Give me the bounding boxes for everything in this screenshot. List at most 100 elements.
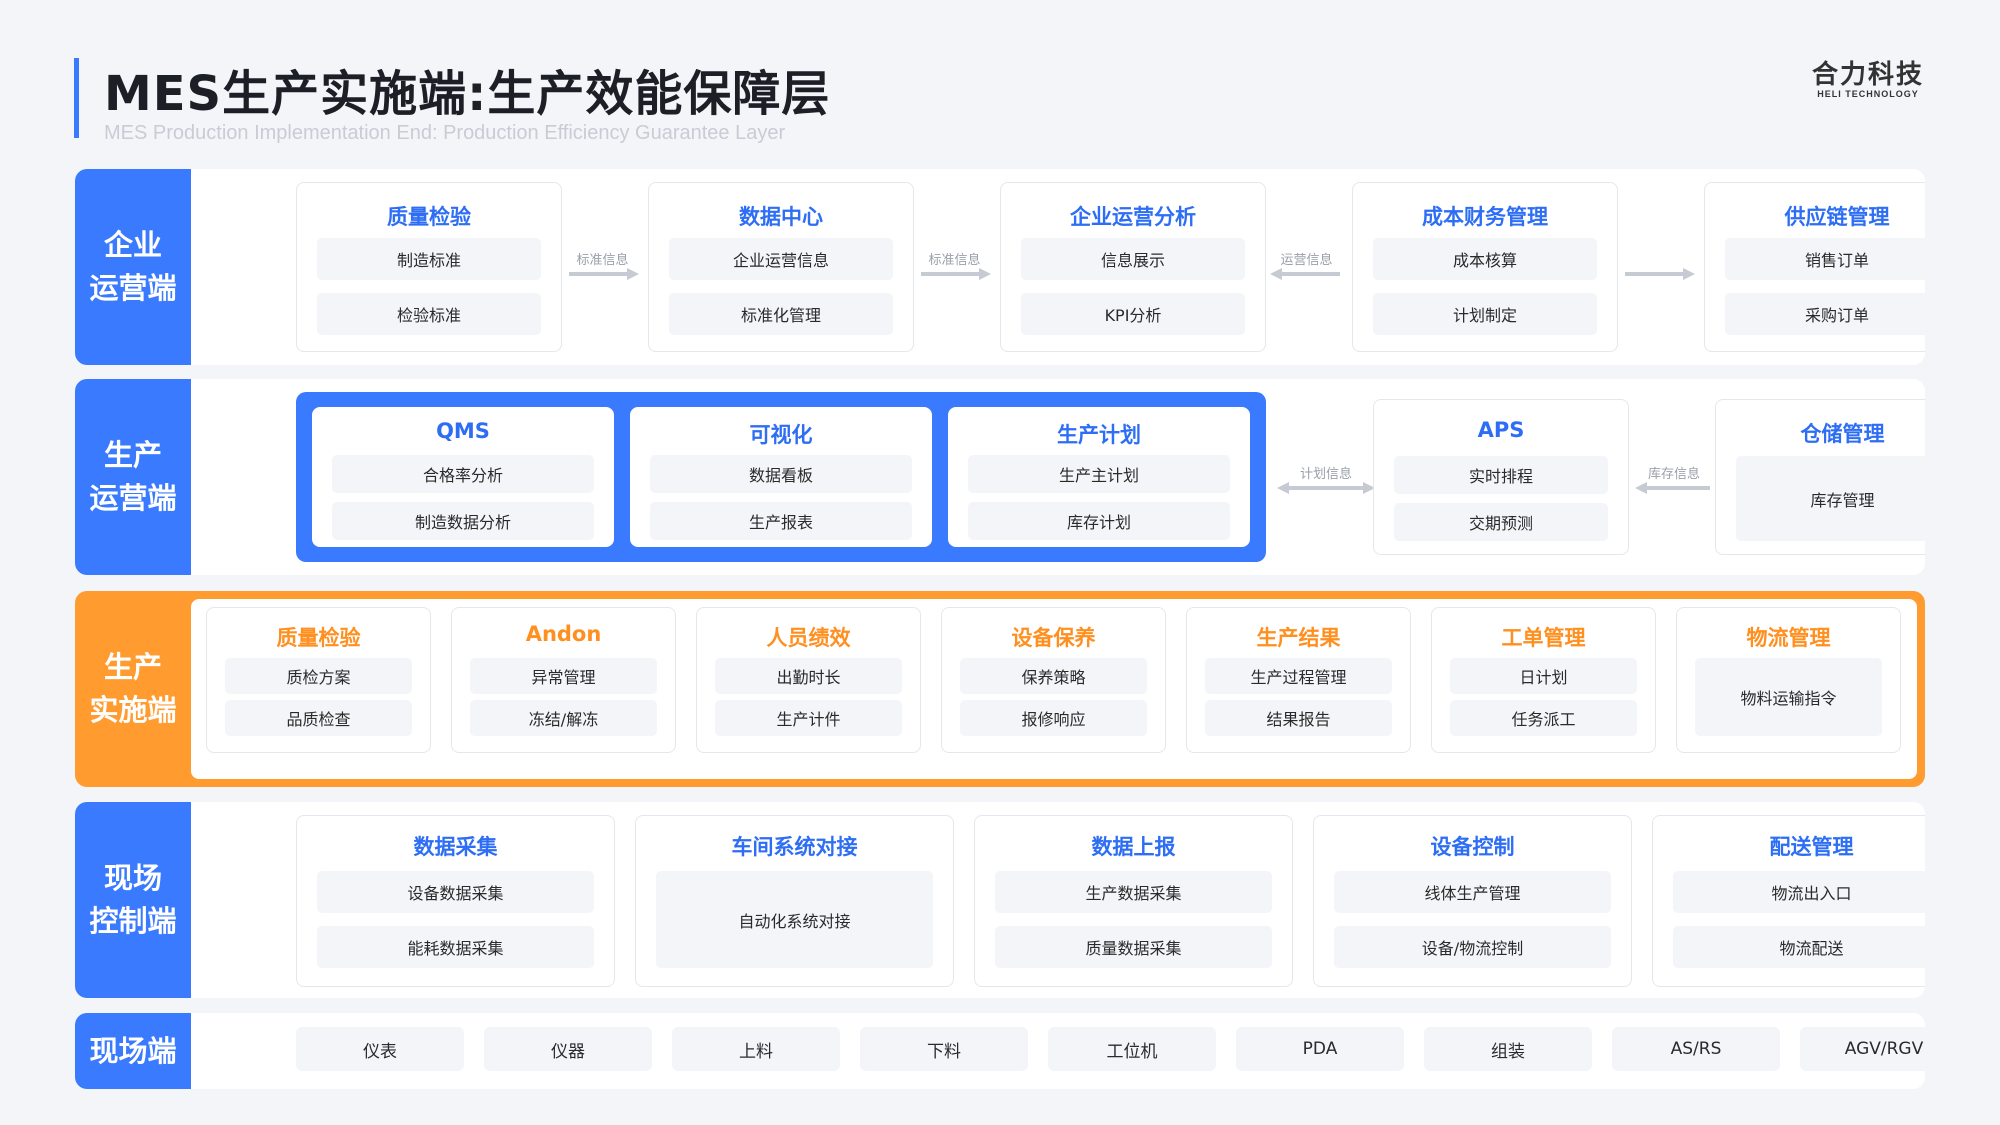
layer-label-line: 现场端 xyxy=(89,1033,177,1068)
flow-arrow: 计划信息 xyxy=(1276,463,1376,503)
layer-label-line: 企业 xyxy=(103,228,162,262)
flow-arrow-label: 计划信息 xyxy=(1299,467,1352,482)
card-item: 制造数据分析 xyxy=(332,502,594,540)
company-logo: 合力科技 HELI TECHNOLOGY xyxy=(1812,54,1924,99)
arrow-left-icon xyxy=(1635,482,1710,494)
card-item: 销售订单 xyxy=(1725,238,1925,280)
card-item: 标准化管理 xyxy=(669,293,893,335)
card-item: 能耗数据采集 xyxy=(317,926,594,968)
card-qms[interactable]: QMS 合格率分析 制造数据分析 xyxy=(312,407,614,547)
card-workshop-integration[interactable]: 车间系统对接 自动化系统对接 xyxy=(635,815,954,987)
logo-text-en: HELI TECHNOLOGY xyxy=(1817,89,1919,99)
card-title: 企业运营分析 xyxy=(1070,205,1196,229)
card-title: 供应链管理 xyxy=(1784,205,1890,229)
layer-site-control: 现场 控制端 数据采集 设备数据采集 能耗数据采集 车间系统对接 自动化系统对接… xyxy=(75,802,1925,998)
card-logistics[interactable]: 物流管理 物料运输指令 xyxy=(1676,607,1901,753)
card-title: 人员绩效 xyxy=(766,626,851,650)
arrow-left-icon xyxy=(1270,268,1340,280)
page-subtitle: MES Production Implementation End: Produ… xyxy=(104,122,786,144)
field-device-loading[interactable]: 上料 xyxy=(672,1027,840,1071)
field-device-agv[interactable]: AGV/RGV xyxy=(1800,1027,1925,1071)
card-item: 自动化系统对接 xyxy=(656,871,933,968)
card-aps[interactable]: APS 实时排程 交期预测 xyxy=(1373,399,1629,555)
field-device-instrument[interactable]: 仪器 xyxy=(484,1027,652,1071)
field-device-workstation[interactable]: 工位机 xyxy=(1048,1027,1216,1071)
arrow-right-icon xyxy=(1625,268,1695,280)
card-title: 物流管理 xyxy=(1746,626,1831,650)
card-item: 生产过程管理 xyxy=(1205,658,1392,694)
card-production-result[interactable]: 生产结果 生产过程管理 结果报告 xyxy=(1186,607,1411,753)
card-title: Andon xyxy=(525,622,602,646)
card-andon[interactable]: Andon 异常管理 冻结/解冻 xyxy=(451,607,676,753)
card-enterprise-analysis[interactable]: 企业运营分析 信息展示 KPI分析 xyxy=(1000,182,1266,352)
field-device-assembly[interactable]: 组装 xyxy=(1424,1027,1592,1071)
card-item: 设备/物流控制 xyxy=(1334,926,1611,968)
layer-label-site-control: 现场 控制端 xyxy=(75,802,191,998)
card-title: 生产计划 xyxy=(1057,423,1141,447)
flow-arrow-label: 标准信息 xyxy=(576,253,629,268)
flow-arrow-label: 标准信息 xyxy=(928,253,981,268)
card-item: 交期预测 xyxy=(1394,503,1608,541)
card-item: 出勤时长 xyxy=(715,658,902,694)
card-item: 设备数据采集 xyxy=(317,871,594,913)
card-item: 物料运输指令 xyxy=(1695,658,1882,736)
card-item: 生产主计划 xyxy=(968,455,1230,493)
arrow-right-icon xyxy=(921,268,991,280)
card-title: 仓储管理 xyxy=(1800,422,1885,446)
card-item: 异常管理 xyxy=(470,658,657,694)
card-item: 成本核算 xyxy=(1373,238,1597,280)
card-item: 生产数据采集 xyxy=(995,871,1272,913)
card-item: 保养策略 xyxy=(960,658,1147,694)
implementation-content: 质量检验 质检方案 品质检查 Andon 异常管理 冻结/解冻 人员绩效 出勤时… xyxy=(191,599,1917,779)
layer-label-implementation: 生产 实施端 xyxy=(75,591,191,787)
card-data-center[interactable]: 数据中心 企业运营信息 标准化管理 xyxy=(648,182,914,352)
card-warehouse[interactable]: 仓储管理 库存管理 xyxy=(1715,399,1925,555)
card-item: 物流出入口 xyxy=(1673,871,1925,913)
card-production-plan[interactable]: 生产计划 生产主计划 库存计划 xyxy=(948,407,1250,547)
card-staff-performance[interactable]: 人员绩效 出勤时长 生产计件 xyxy=(696,607,921,753)
card-item: 企业运营信息 xyxy=(669,238,893,280)
card-delivery-management[interactable]: 配送管理 物流出入口 物流配送 xyxy=(1652,815,1925,987)
layer-label-line: 运营端 xyxy=(89,271,177,305)
page-title: MES生产实施端:生产效能保障层 xyxy=(104,66,831,122)
card-item: 制造标准 xyxy=(317,238,541,280)
card-item: 物流配送 xyxy=(1673,926,1925,968)
card-title: APS xyxy=(1477,418,1525,442)
flow-arrow: 标准信息 xyxy=(565,249,640,289)
layer-production-implementation: 生产 实施端 质量检验 质检方案 品质检查 Andon 异常管理 冻结/解冻 人… xyxy=(75,591,1925,787)
card-visualization[interactable]: 可视化 数据看板 生产报表 xyxy=(630,407,932,547)
card-work-order[interactable]: 工单管理 日计划 任务派工 xyxy=(1431,607,1656,753)
card-title: 生产结果 xyxy=(1256,626,1341,650)
field-device-meter[interactable]: 仪表 xyxy=(296,1027,464,1071)
card-item: 生产计件 xyxy=(715,700,902,736)
flow-arrow: 运营信息 xyxy=(1269,249,1344,289)
card-title: 配送管理 xyxy=(1769,835,1854,859)
card-item: 生产报表 xyxy=(650,502,912,540)
layer-label-line: 生产 xyxy=(103,438,162,472)
card-equipment-control[interactable]: 设备控制 线体生产管理 设备/物流控制 xyxy=(1313,815,1632,987)
card-title: 设备保养 xyxy=(1011,626,1096,650)
card-equipment-maintenance[interactable]: 设备保养 保养策略 报修响应 xyxy=(941,607,1166,753)
card-title: 车间系统对接 xyxy=(731,835,858,859)
card-title: 质量检验 xyxy=(387,205,471,229)
card-data-collection[interactable]: 数据采集 设备数据采集 能耗数据采集 xyxy=(296,815,615,987)
field-device-unloading[interactable]: 下料 xyxy=(860,1027,1028,1071)
flow-arrow: 库存信息 xyxy=(1634,463,1714,503)
card-supply-chain[interactable]: 供应链管理 销售订单 采购订单 xyxy=(1704,182,1925,352)
card-item: 品质检查 xyxy=(225,700,412,736)
card-item: 任务派工 xyxy=(1450,700,1637,736)
field-device-pda[interactable]: PDA xyxy=(1236,1027,1404,1071)
card-data-reporting[interactable]: 数据上报 生产数据采集 质量数据采集 xyxy=(974,815,1293,987)
card-item: 计划制定 xyxy=(1373,293,1597,335)
layer-field: 现场端 仪表 仪器 上料 下料 工位机 PDA 组装 AS/RS AGV/RGV xyxy=(75,1013,1925,1089)
card-cost-finance[interactable]: 成本财务管理 成本核算 计划制定 xyxy=(1352,182,1618,352)
card-title: 工单管理 xyxy=(1501,626,1586,650)
arrow-right-icon xyxy=(569,268,639,280)
card-quality-inspection[interactable]: 质量检验 制造标准 检验标准 xyxy=(296,182,562,352)
field-device-asrs[interactable]: AS/RS xyxy=(1612,1027,1780,1071)
card-item: 报修响应 xyxy=(960,700,1147,736)
arrow-bidirectional-icon xyxy=(1277,482,1375,494)
card-item: 日计划 xyxy=(1450,658,1637,694)
card-quality-check[interactable]: 质量检验 质检方案 品质检查 xyxy=(206,607,431,753)
layer-label-line: 现场 xyxy=(103,861,162,895)
